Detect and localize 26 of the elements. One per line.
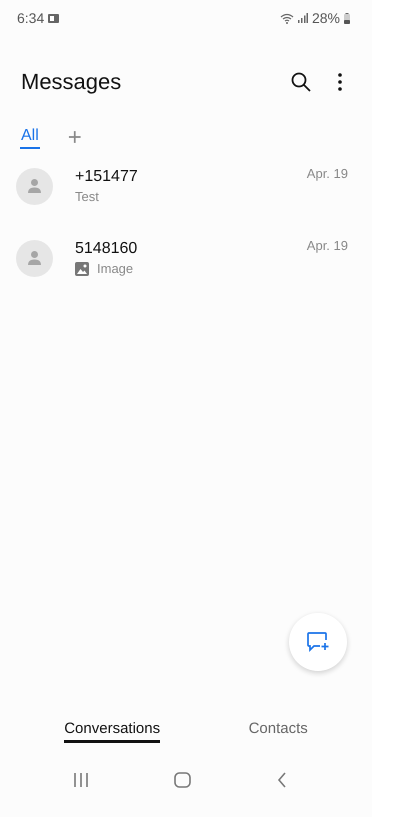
- back-icon[interactable]: [277, 772, 288, 788]
- bottom-tab[interactable]: Conversations: [64, 720, 160, 742]
- message-date: Apr. 19: [306, 238, 348, 253]
- message-preview: Test: [75, 189, 99, 204]
- battery-percent: 28%: [312, 10, 340, 26]
- contact-avatar-icon: [16, 240, 53, 276]
- image-icon: [75, 262, 89, 276]
- status-time: 6:34: [17, 10, 44, 26]
- search-icon[interactable]: [291, 72, 311, 92]
- new-message-icon: [306, 631, 330, 653]
- signal-icon: [298, 13, 308, 23]
- battery-icon: [344, 12, 350, 24]
- message-preview: Image: [97, 261, 134, 276]
- compose-button[interactable]: [289, 613, 347, 671]
- more-options-icon[interactable]: [338, 73, 342, 91]
- filter-tab[interactable]: All: [20, 127, 40, 149]
- notification-icon: [48, 14, 60, 22]
- bottom-tab[interactable]: Contacts: [248, 720, 308, 742]
- app-title: Messages: [21, 69, 122, 95]
- contact-avatar-icon: [16, 168, 53, 204]
- message-date: Apr. 19: [306, 166, 348, 181]
- wifi-icon: [280, 12, 294, 24]
- home-icon[interactable]: [174, 772, 192, 788]
- contact-name[interactable]: +151477: [75, 168, 138, 186]
- contact-name[interactable]: 5148160: [75, 240, 138, 258]
- recent-apps-icon[interactable]: [72, 773, 89, 787]
